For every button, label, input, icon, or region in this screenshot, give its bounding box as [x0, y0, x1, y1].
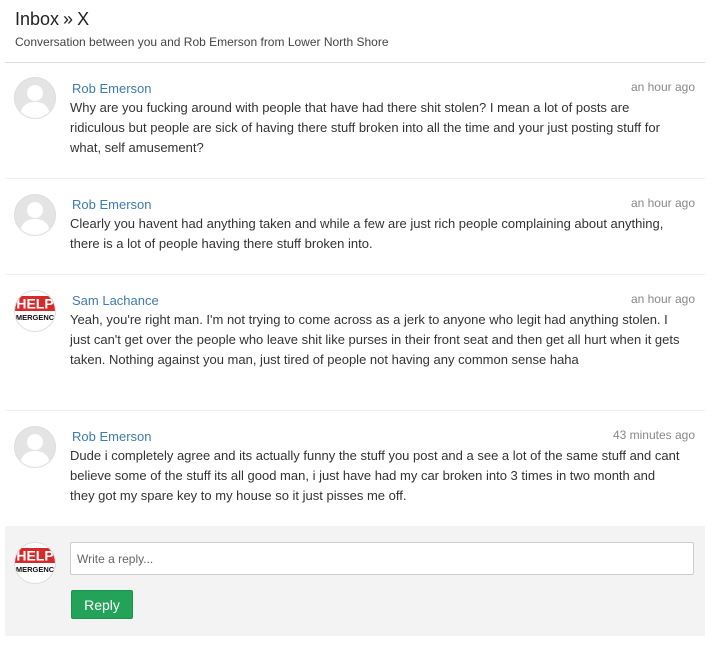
svg-text:EMERGENCY: EMERGENCY	[15, 313, 55, 322]
message-timestamp: an hour ago	[630, 196, 695, 210]
message-item: HELP EMERGENCY Sam Lachance an hour ago …	[5, 275, 705, 411]
message-text: Dude i completely agree and its actually…	[70, 448, 680, 503]
breadcrumb-separator: »	[63, 9, 74, 29]
sender-name-link[interactable]: Rob Emerson	[72, 81, 151, 97]
svg-text:EMERGENCY: EMERGENCY	[15, 565, 55, 574]
message-timestamp: 43 minutes ago	[612, 428, 695, 442]
user-avatar-icon[interactable]	[14, 194, 56, 236]
svg-text:HELP: HELP	[16, 296, 53, 312]
svg-text:HELP: HELP	[16, 548, 53, 564]
message-item: Rob Emerson an hour ago Why are you fuck…	[5, 63, 705, 179]
message-item: Rob Emerson an hour ago Clearly you have…	[5, 179, 705, 275]
help-emergency-logo-avatar[interactable]: HELP EMERGENCY	[14, 290, 56, 332]
message-text: Clearly you havent had anything taken an…	[70, 216, 664, 251]
help-emergency-logo-avatar[interactable]: HELP EMERGENCY	[14, 542, 56, 584]
conversation-subtitle: Conversation between you and Rob Emerson…	[15, 35, 389, 49]
breadcrumb-current: X	[77, 9, 90, 29]
breadcrumb: Inbox» X	[15, 8, 89, 30]
message-timestamp: an hour ago	[630, 80, 695, 94]
reply-input[interactable]	[70, 542, 694, 575]
sender-name-link[interactable]: Rob Emerson	[72, 429, 151, 445]
sender-name-link[interactable]: Sam Lachance	[72, 293, 159, 309]
message-item: Rob Emerson 43 minutes ago Dude i comple…	[5, 411, 705, 526]
conversation-page: Inbox» X Conversation between you and Rob…	[0, 0, 723, 653]
reply-button[interactable]: Reply	[71, 590, 133, 619]
user-avatar-icon[interactable]	[14, 426, 56, 468]
user-avatar-icon[interactable]	[14, 77, 56, 119]
message-text: Why are you fucking around with people t…	[70, 100, 660, 155]
reply-form: HELP EMERGENCY Reply	[5, 526, 705, 636]
breadcrumb-inbox-link[interactable]: Inbox	[15, 9, 59, 29]
message-timestamp: an hour ago	[630, 292, 695, 306]
message-text: Yeah, you're right man. I'm not trying t…	[70, 312, 680, 367]
sender-name-link[interactable]: Rob Emerson	[72, 197, 151, 213]
